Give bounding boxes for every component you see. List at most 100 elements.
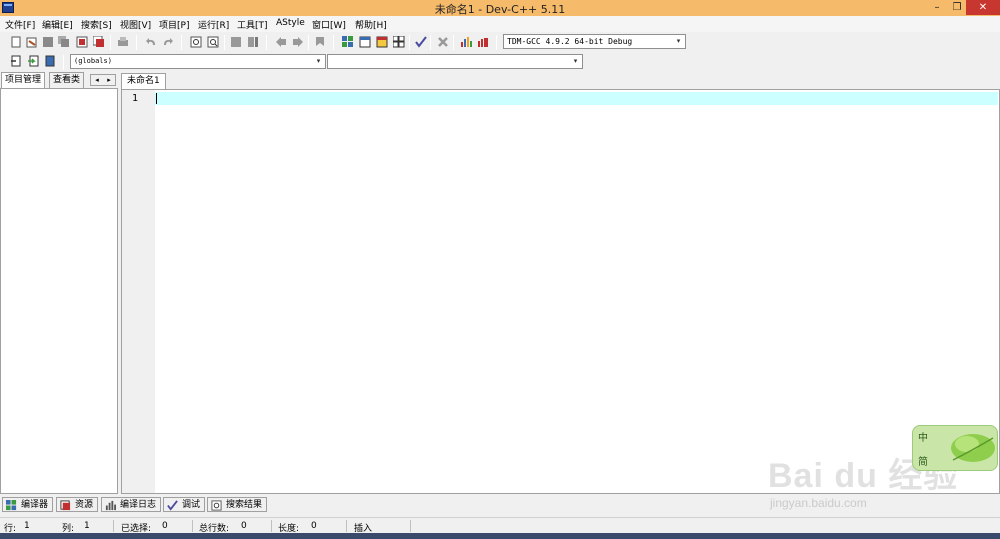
open-file-icon[interactable] (26, 36, 38, 48)
delete-profile-icon[interactable] (477, 36, 489, 48)
tab-project-manager[interactable]: 项目管理 (1, 72, 46, 88)
leaf-icon (951, 434, 995, 462)
close-all-icon[interactable] (93, 36, 105, 48)
toolbar-separator (110, 35, 111, 50)
check-syntax-icon[interactable] (415, 36, 427, 48)
profile-chart-icon[interactable] (460, 36, 472, 48)
indent-icon[interactable] (230, 36, 242, 48)
save-all-icon[interactable] (58, 36, 70, 48)
current-line-highlight (155, 92, 998, 105)
check-icon (167, 500, 178, 511)
project-tree-panel[interactable] (0, 88, 118, 494)
close-button[interactable]: ✕ (966, 0, 1000, 15)
tab-compile-log-label: 编译日志 (120, 500, 157, 510)
insert-code-icon[interactable] (10, 55, 22, 67)
bar-chart-icon (105, 500, 116, 511)
status-row-value: 1 (24, 521, 30, 531)
status-lines-value: 0 (241, 521, 247, 531)
status-selected-value: 0 (162, 521, 168, 531)
status-col-value: 1 (84, 521, 90, 531)
toolbar-separator (136, 35, 137, 50)
window-icon[interactable] (359, 36, 371, 48)
menu-search[interactable]: 搜索[S] (81, 18, 112, 31)
new-file-icon[interactable] (10, 36, 22, 48)
close-file-icon[interactable] (76, 36, 88, 48)
bookmark-icon[interactable] (314, 36, 326, 48)
toolbar-separator (453, 35, 454, 50)
search-icon (211, 500, 222, 511)
toolbar-separator (224, 35, 225, 50)
toolbar-separator (409, 35, 410, 50)
print-icon[interactable] (117, 36, 129, 48)
toolbar-separator (63, 55, 64, 70)
taskbar (0, 533, 1000, 539)
maximize-button[interactable]: ❐ (946, 0, 968, 15)
title-bar: 未命名1 - Dev-C++ 5.11 – ❐ ✕ (0, 0, 1000, 16)
menu-help[interactable]: 帮助[H] (355, 18, 387, 31)
ime-badge: 中 简 (912, 425, 998, 471)
stop-execution-icon[interactable] (437, 36, 449, 48)
status-separator (271, 520, 272, 532)
toolbar-separator (181, 35, 182, 50)
scope-select[interactable]: (globals) ▾ (70, 54, 326, 69)
undo-icon[interactable] (145, 36, 157, 48)
redo-icon[interactable] (162, 36, 174, 48)
left-panel-tabs: 项目管理 查看类 ◂ ▸ (0, 72, 118, 88)
tab-debug-label: 调试 (182, 500, 201, 510)
window-title: 未命名1 - Dev-C++ 5.11 (434, 3, 566, 16)
menu-run[interactable]: 运行[R] (198, 18, 229, 31)
chevron-down-icon: ▾ (316, 57, 321, 65)
chevron-down-icon: ▾ (573, 57, 578, 65)
scope-select-value: (globals) (74, 57, 112, 65)
line-number: 1 (132, 93, 139, 104)
toolbar-separator (496, 35, 497, 50)
tab-resources-label: 资源 (75, 500, 94, 510)
toggle-bookmark-icon[interactable] (44, 55, 56, 67)
status-separator (346, 520, 347, 532)
editor-tabs: 未命名1 (121, 72, 1000, 89)
tab-class-browser[interactable]: 查看类 (49, 72, 85, 88)
toolbar-separator (308, 35, 309, 50)
class-toolbar: (globals) ▾ ▾ (0, 52, 1000, 71)
unindent-icon[interactable] (247, 36, 259, 48)
bottom-tabs: 编译器 资源 编译日志 调试 搜索结果 (0, 496, 1000, 513)
ime-badge-top: 中 (918, 433, 928, 444)
function-select[interactable]: ▾ (327, 54, 583, 69)
tab-search-results[interactable]: 搜索结果 (207, 497, 268, 512)
tab-compiler[interactable]: 编译器 (2, 497, 54, 512)
find-icon[interactable] (190, 36, 202, 48)
tab-compiler-label: 编译器 (21, 500, 49, 510)
menu-tools[interactable]: 工具[T] (237, 18, 268, 31)
toolbar-separator (430, 35, 431, 50)
menu-file[interactable]: 文件[F] (5, 18, 35, 31)
status-separator (192, 520, 193, 532)
minimize-button[interactable]: – (926, 0, 948, 15)
menu-project[interactable]: 项目[P] (159, 18, 189, 31)
text-caret (156, 93, 157, 104)
status-separator (410, 520, 411, 532)
tile-windows-icon[interactable] (342, 36, 354, 48)
menu-astyle[interactable]: AStyle (276, 18, 305, 28)
editor-tab-untitled[interactable]: 未命名1 (121, 73, 166, 89)
save-icon[interactable] (42, 36, 54, 48)
chevron-down-icon: ▾ (676, 37, 681, 45)
tab-compile-log[interactable]: 编译日志 (101, 497, 162, 512)
goto-line-icon[interactable] (27, 55, 39, 67)
grid-windows-icon[interactable] (393, 36, 405, 48)
tab-debug[interactable]: 调试 (163, 497, 206, 512)
goto-prev-icon[interactable] (275, 36, 287, 48)
tab-scroll-arrows: ◂ ▸ (90, 74, 116, 86)
cascade-icon[interactable] (376, 36, 388, 48)
replace-icon[interactable] (207, 36, 219, 48)
goto-next-icon[interactable] (292, 36, 304, 48)
menu-view[interactable]: 视图[V] (120, 18, 151, 31)
menu-edit[interactable]: 编辑[E] (42, 18, 73, 31)
tab-search-results-label: 搜索结果 (226, 500, 263, 510)
tab-resources[interactable]: 资源 (56, 497, 99, 512)
grid-icon (6, 500, 17, 511)
menu-bar: 文件[F] 编辑[E] 搜索[S] 视图[V] 项目[P] 运行[R] 工具[T… (0, 16, 1000, 32)
menu-window[interactable]: 窗口[W] (312, 18, 346, 31)
chevron-right-icon[interactable]: ▸ (103, 75, 115, 85)
compiler-select[interactable]: TDM-GCC 4.9.2 64-bit Debug ▾ (503, 34, 686, 49)
chevron-left-icon[interactable]: ◂ (91, 75, 103, 85)
